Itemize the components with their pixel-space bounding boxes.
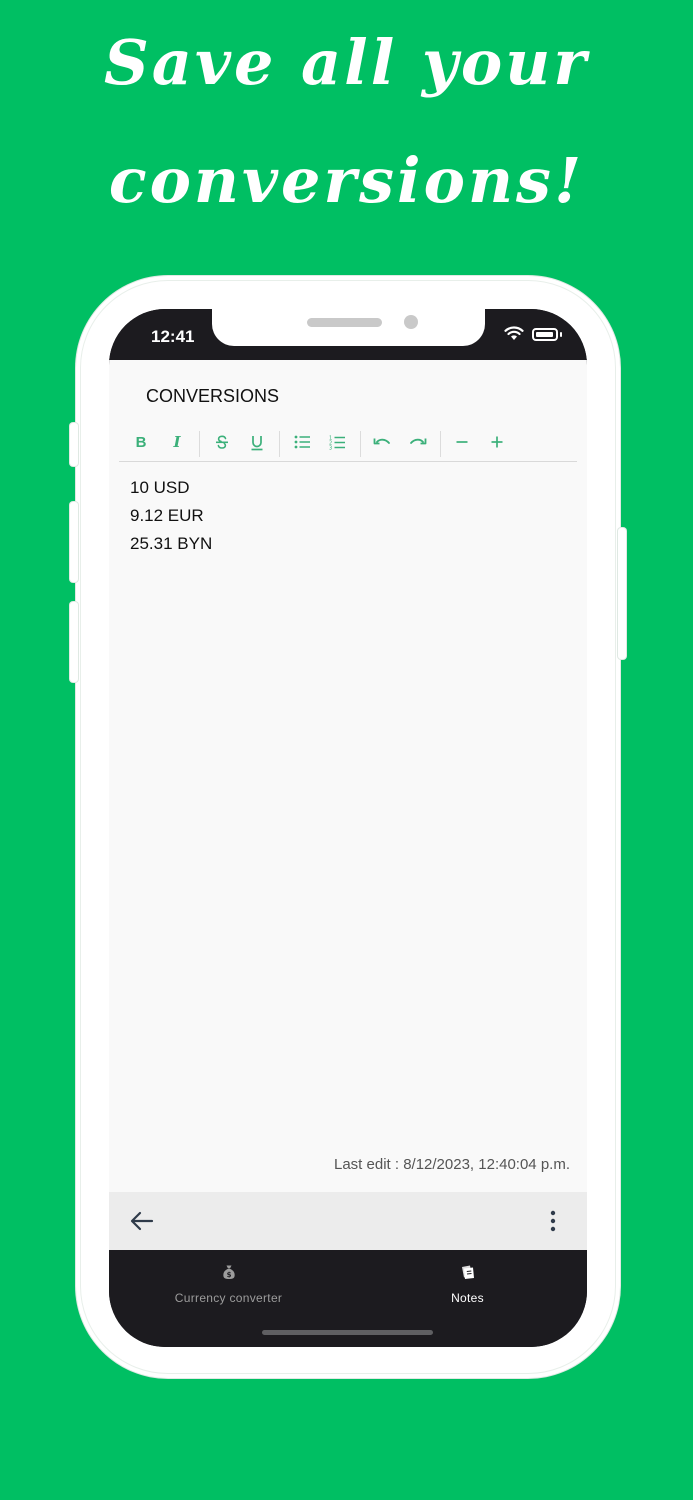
back-arrow-icon[interactable]	[129, 1210, 155, 1232]
bold-button[interactable]: B	[127, 427, 155, 457]
formatting-toolbar: B I 123	[119, 427, 577, 462]
italic-button[interactable]: I	[163, 427, 191, 457]
status-bar: 12:41	[109, 309, 587, 360]
battery-icon	[532, 328, 558, 341]
speaker	[307, 318, 382, 327]
note-line: 9.12 EUR	[130, 506, 204, 525]
notes-icon	[461, 1265, 474, 1279]
numbered-list-icon[interactable]: 123	[323, 427, 351, 457]
notes-screen: CONVERSIONS B I 123 10 USD 9.12 EUR 25.3…	[109, 360, 587, 1250]
notch	[212, 309, 485, 346]
toolbar-divider	[360, 431, 361, 457]
svg-text:3: 3	[329, 445, 332, 450]
phone-screen: 12:41 CONVERSIONS B I 1 2 3 10 USD 9.12 …	[109, 309, 587, 1347]
note-line: 10 USD	[130, 478, 190, 497]
note-editor[interactable]: 10 USD 9.12 EUR 25.31 BYN	[130, 474, 212, 558]
note-line: 25.31 BYN	[130, 534, 213, 553]
status-time: 12:41	[151, 327, 195, 346]
nav-label: Notes	[451, 1291, 484, 1305]
undo-icon[interactable]	[368, 427, 396, 457]
nav-item-currency-converter[interactable]: $ Currency converter	[109, 1264, 348, 1305]
battery-tip	[560, 332, 562, 337]
phone-volume-up	[70, 502, 78, 582]
redo-icon[interactable]	[404, 427, 432, 457]
promo-headline-line1: Save all your	[104, 26, 589, 99]
note-title[interactable]: CONVERSIONS	[146, 386, 279, 407]
home-indicator[interactable]	[262, 1330, 433, 1335]
money-bag-icon: $	[222, 1265, 235, 1279]
more-vert-icon[interactable]	[545, 1209, 561, 1233]
wifi-icon	[504, 326, 524, 340]
increase-font-icon[interactable]	[483, 427, 511, 457]
phone-power-button	[618, 528, 626, 659]
phone-mute-switch	[70, 423, 78, 466]
phone-volume-down	[70, 602, 78, 682]
bulleted-list-icon[interactable]	[288, 427, 316, 457]
camera	[404, 315, 418, 329]
strikethrough-icon[interactable]	[208, 427, 236, 457]
note-action-bar	[109, 1192, 587, 1250]
toolbar-divider	[279, 431, 280, 457]
nav-label: Currency converter	[174, 1291, 283, 1305]
last-edit-timestamp: Last edit : 8/12/2023, 12:40:04 p.m.	[333, 1156, 570, 1173]
decrease-font-icon[interactable]	[448, 427, 476, 457]
promo-headline-line2: conversions!	[108, 144, 585, 217]
svg-text:$: $	[226, 1271, 231, 1279]
toolbar-divider	[440, 431, 441, 457]
nav-item-notes[interactable]: Notes	[348, 1264, 587, 1305]
toolbar-divider	[199, 431, 200, 457]
underline-icon[interactable]	[243, 427, 271, 457]
